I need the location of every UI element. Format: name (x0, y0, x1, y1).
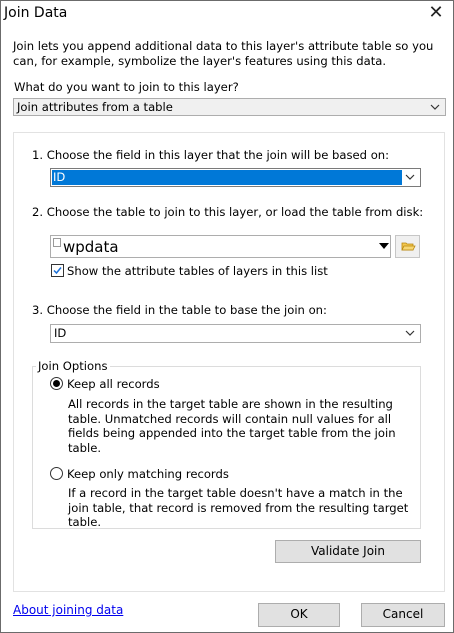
table-icon (53, 238, 61, 247)
checkmark-icon (53, 267, 62, 275)
step3-label: 3. Choose the field in the table to base… (32, 303, 327, 317)
layer-field-value: ID (53, 170, 66, 184)
join-type-dropdown[interactable]: Join attributes from a table (13, 98, 446, 116)
cancel-button[interactable]: Cancel (361, 603, 445, 627)
browse-table-button[interactable] (395, 235, 420, 258)
join-question-label: What do you want to join to this layer? (14, 80, 239, 94)
validate-join-button[interactable]: Validate Join (275, 540, 421, 563)
step1-label: 1. Choose the field in this layer that t… (32, 148, 390, 162)
join-options-legend: Join Options (36, 359, 110, 373)
layer-field-dropdown[interactable]: ID (50, 168, 421, 187)
show-layer-tables-checkbox[interactable] (51, 264, 64, 277)
keep-matching-records-radio[interactable] (50, 467, 63, 480)
show-layer-tables-label: Show the attribute tables of layers in t… (67, 264, 328, 278)
about-joining-data-link[interactable]: About joining data (13, 603, 123, 617)
dropdown-arrow-icon (379, 243, 389, 249)
title-bar[interactable]: Join Data ✕ (0, 0, 452, 28)
layer-field-selection: ID (52, 170, 402, 185)
keep-all-records-radio[interactable] (50, 377, 63, 390)
table-field-value: ID (54, 326, 67, 340)
keep-matching-records-label: Keep only matching records (67, 467, 229, 481)
close-icon[interactable]: ✕ (424, 2, 448, 24)
intro-text: Join lets you append additional data to … (13, 39, 434, 68)
join-type-value: Join attributes from a table (17, 100, 173, 114)
table-field-dropdown[interactable]: ID (50, 324, 421, 343)
join-table-dropdown[interactable]: wpdata (50, 235, 391, 258)
dialog-title: Join Data (4, 5, 68, 21)
chevron-down-icon (405, 330, 415, 336)
join-table-value: wpdata (63, 238, 119, 256)
step2-label: 2. Choose the table to join to this laye… (32, 205, 424, 219)
keep-all-records-description: All records in the target table are show… (68, 397, 396, 455)
chevron-down-icon (405, 174, 415, 180)
keep-matching-records-description: If a record in the target table doesn't … (68, 486, 409, 529)
radio-selected-dot (53, 380, 60, 387)
ok-button[interactable]: OK (258, 603, 340, 627)
chevron-down-icon (430, 104, 440, 110)
keep-all-records-label: Keep all records (67, 377, 160, 391)
folder-icon (401, 242, 416, 251)
